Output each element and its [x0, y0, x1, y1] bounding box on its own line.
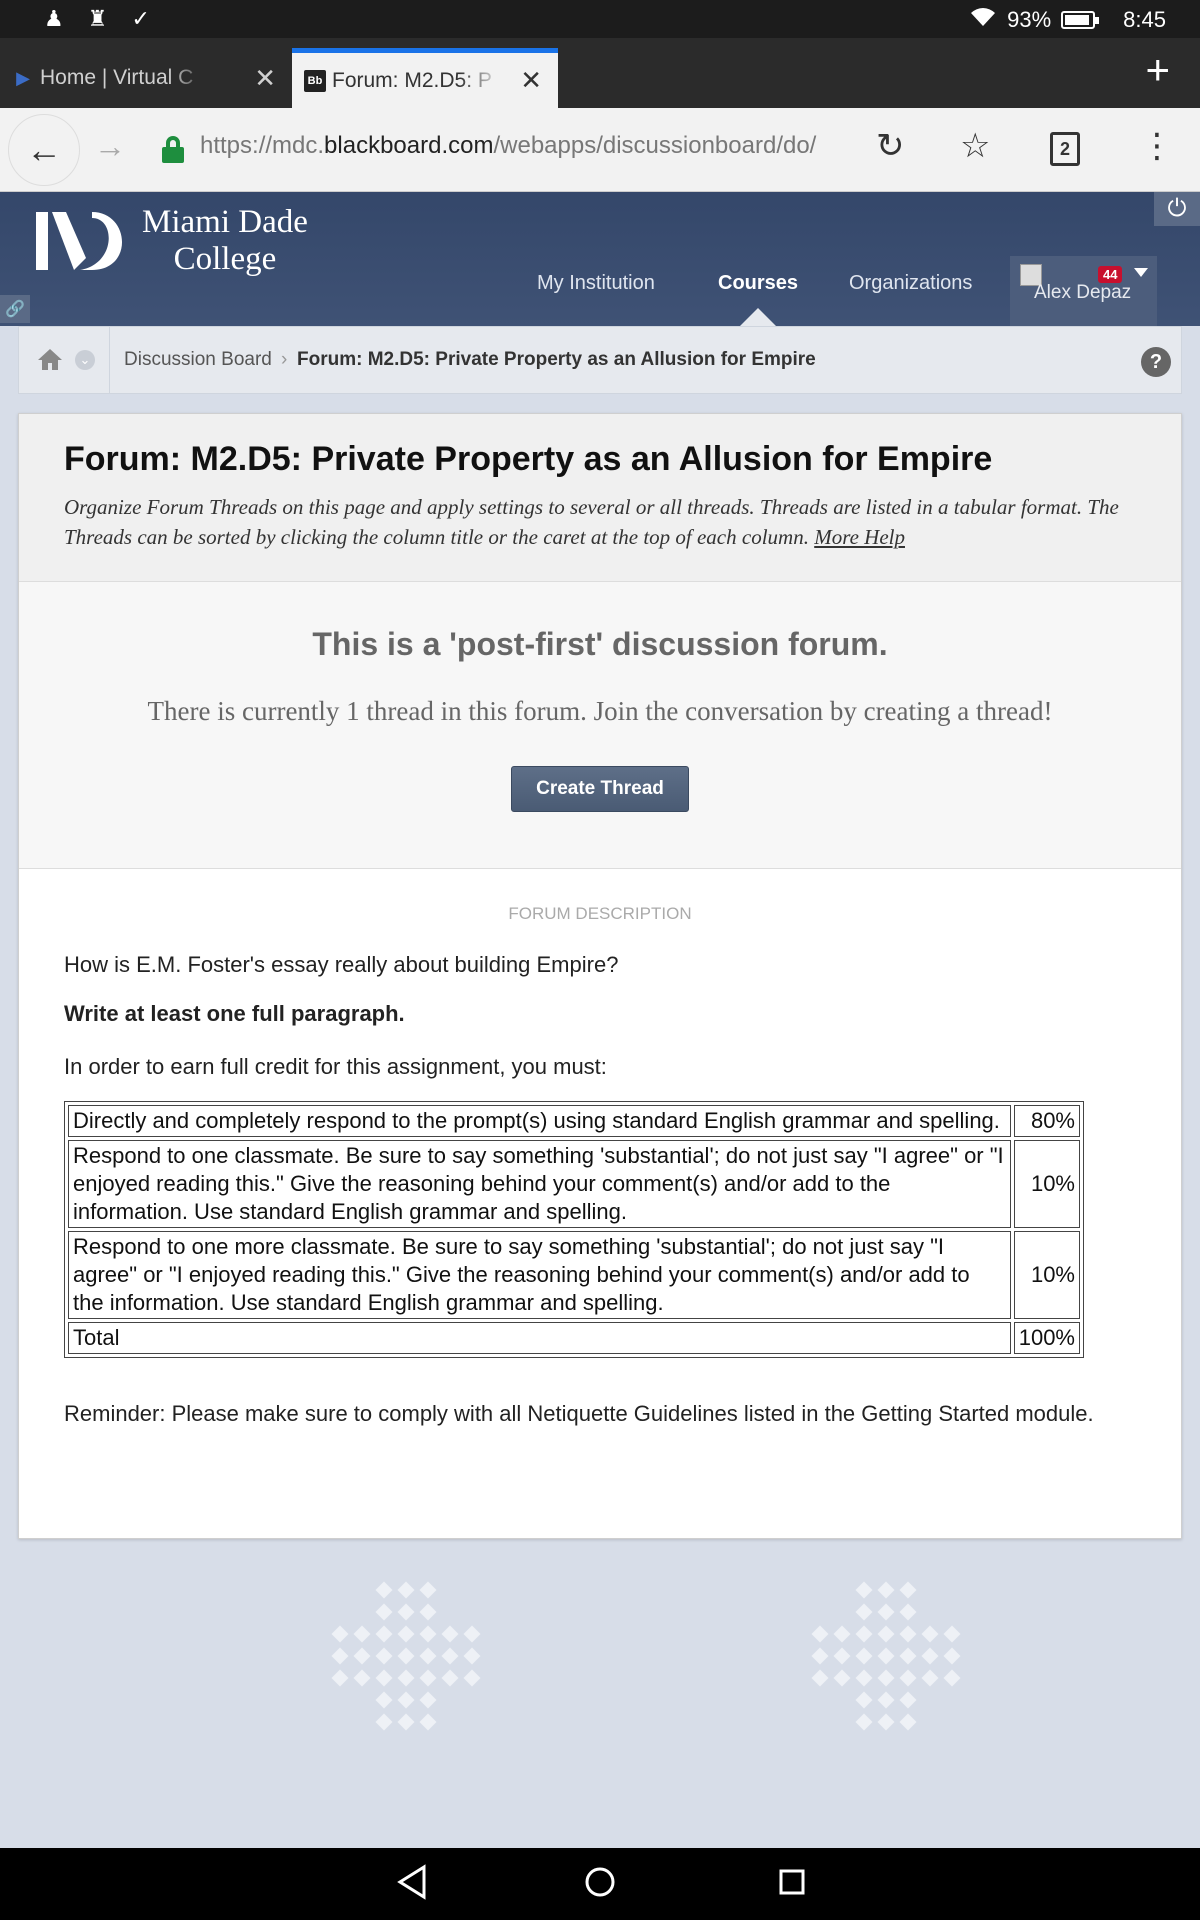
lock-icon[interactable] — [162, 136, 184, 163]
page-instructions: Organize Forum Threads on this page and … — [64, 495, 1119, 549]
user-name[interactable]: Alex Depaz — [1034, 282, 1131, 304]
nav-my-institution[interactable]: My Institution — [537, 272, 655, 295]
address-bar: ← → https://mdc.blackboard.com/webapps/d… — [0, 108, 1200, 192]
close-tab-icon[interactable]: ✕ — [520, 65, 542, 96]
wifi-icon — [969, 6, 997, 34]
help-icon[interactable]: ? — [1141, 347, 1171, 377]
user-menu[interactable]: 44 Alex Depaz — [1010, 256, 1157, 326]
recents-square-icon[interactable] — [776, 1864, 808, 1900]
chevron-down-icon[interactable]: ⌄ — [75, 350, 95, 370]
breadcrumb-discussion-board[interactable]: Discussion Board — [124, 349, 272, 371]
credit-intro: In order to earn full credit for this as… — [64, 1054, 607, 1079]
breadcrumb: ⌄ Discussion Board › Forum: M2.D5: Priva… — [18, 326, 1182, 394]
page-header: Forum: M2.D5: Private Property as an All… — [19, 414, 1181, 582]
post-first-message: There is currently 1 thread in this foru… — [147, 696, 1053, 726]
overflow-menu-icon[interactable]: ⋮ — [1140, 126, 1174, 166]
notification-icon: ♟ — [44, 6, 64, 31]
tab-title: Forum: M2.D5: P — [332, 68, 492, 92]
chevron-down-icon[interactable] — [1134, 268, 1148, 277]
content-panel: Forum: M2.D5: Private Property as an All… — [18, 413, 1182, 1539]
rubric-weight: 10% — [1013, 1231, 1080, 1319]
browser-tab-forum[interactable]: Bb Forum: M2.D5: P ✕ — [292, 48, 558, 108]
rubric-criterion: Respond to one more classmate. Be sure t… — [68, 1231, 1011, 1319]
nav-courses[interactable]: Courses — [718, 272, 798, 295]
rubric-total-label: Total — [68, 1322, 1011, 1354]
link-icon[interactable]: 🔗 — [0, 295, 30, 323]
forward-button[interactable]: → — [94, 128, 126, 165]
status-bar: ♟ ♜ ✓ 93% 8:45 — [0, 0, 1200, 38]
tab-switcher-button[interactable]: 2 — [1050, 132, 1080, 166]
netiquette-reminder: Reminder: Please make sure to comply wit… — [64, 1401, 1094, 1426]
blackboard-favicon-icon: Bb — [304, 69, 326, 92]
rubric-total-weight: 100% — [1013, 1322, 1080, 1354]
home-circle-icon[interactable] — [584, 1864, 616, 1900]
post-first-title: This is a 'post-first' discussion forum. — [312, 626, 888, 662]
page-title: Forum: M2.D5: Private Property as an All… — [64, 440, 993, 478]
mdc-favicon-icon: ▶ — [16, 67, 30, 88]
forum-requirement: Write at least one full paragraph. — [64, 1001, 405, 1026]
create-thread-button[interactable]: Create Thread — [511, 766, 689, 812]
tab-title: Home | Virtual C — [40, 66, 194, 89]
site-header: Miami Dade College My Institution Course… — [0, 192, 1200, 326]
breadcrumb-divider — [109, 327, 110, 393]
chevron-right-icon: › — [281, 349, 288, 370]
table-row: Total 100% — [68, 1322, 1080, 1354]
back-triangle-icon[interactable] — [396, 1864, 428, 1900]
table-row: Directly and completely respond to the p… — [68, 1105, 1080, 1137]
breadcrumb-current-forum: Forum: M2.D5: Private Property as an All… — [297, 349, 816, 370]
table-row: Respond to one classmate. Be sure to say… — [68, 1140, 1080, 1228]
new-tab-icon[interactable]: + — [1145, 46, 1170, 94]
clock: 8:45 — [1123, 7, 1166, 32]
close-tab-icon[interactable]: ✕ — [254, 63, 276, 94]
institution-name[interactable]: Miami Dade College — [142, 204, 308, 278]
forum-description-label: FORUM DESCRIPTION — [508, 904, 692, 923]
rubric-criterion: Respond to one classmate. Be sure to say… — [68, 1140, 1011, 1228]
table-row: Respond to one more classmate. Be sure t… — [68, 1231, 1080, 1319]
back-button[interactable]: ← — [8, 114, 80, 186]
grading-rubric-table: Directly and completely respond to the p… — [64, 1101, 1084, 1358]
post-first-notice: This is a 'post-first' discussion forum.… — [19, 582, 1181, 869]
background-pattern — [331, 1581, 961, 1731]
battery-icon — [1061, 11, 1100, 29]
bookmark-star-icon[interactable]: ☆ — [960, 126, 990, 166]
logout-power-icon[interactable]: ⏻ — [1154, 192, 1200, 226]
checkmark-icon: ✓ — [131, 6, 150, 31]
rubric-criterion: Directly and completely respond to the p… — [68, 1105, 1011, 1137]
home-icon[interactable] — [37, 347, 63, 371]
rubric-weight: 10% — [1013, 1140, 1080, 1228]
active-nav-indicator — [740, 308, 776, 326]
mdc-logo-icon — [36, 212, 123, 270]
reload-icon[interactable]: ↻ — [876, 126, 905, 166]
rubric-weight: 80% — [1013, 1105, 1080, 1137]
battery-percent: 93% — [1007, 7, 1052, 32]
browser-tab-home[interactable]: ▶ Home | Virtual C ✕ — [0, 48, 292, 108]
forum-question: How is E.M. Foster's essay really about … — [64, 952, 619, 977]
android-nav-bar — [0, 1848, 1200, 1920]
notification-badge[interactable]: 44 — [1098, 266, 1123, 283]
nav-organizations[interactable]: Organizations — [849, 272, 972, 295]
app-notification-icon: ♜ — [87, 6, 108, 31]
url-field[interactable]: https://mdc.blackboard.com/webapps/discu… — [200, 132, 850, 160]
more-help-link[interactable]: More Help — [814, 525, 905, 549]
browser-tab-strip: ▶ Home | Virtual C ✕ Bb Forum: M2.D5: P … — [0, 38, 1200, 108]
